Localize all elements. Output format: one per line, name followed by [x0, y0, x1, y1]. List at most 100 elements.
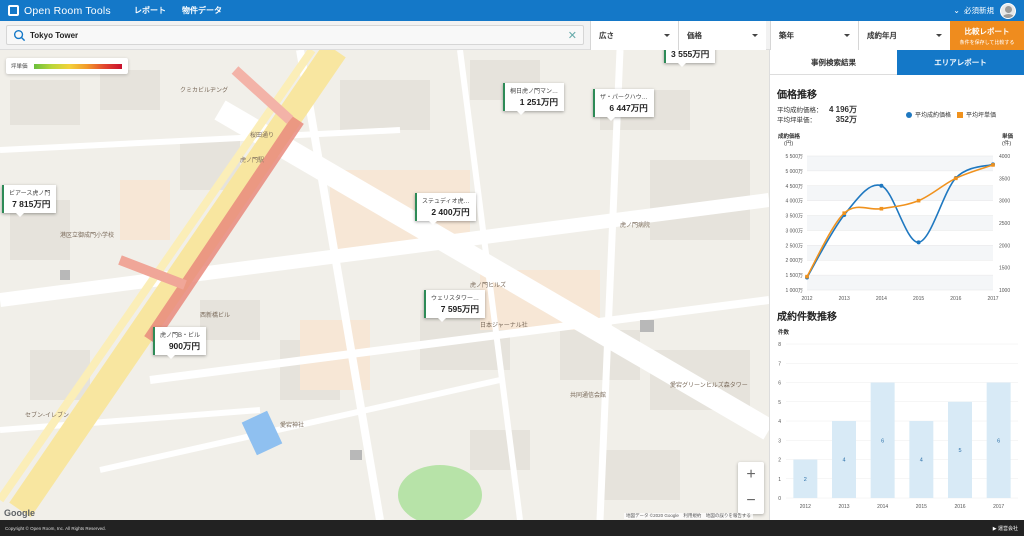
map-marker[interactable]: 3 555万円 — [664, 50, 716, 67]
nav-link-property-data[interactable]: 物件データ — [182, 5, 222, 16]
zoom-in-button[interactable]: + — [738, 462, 764, 488]
x-tick-label: 2013 — [839, 296, 850, 302]
grid-band — [807, 275, 993, 290]
nav-link-report[interactable]: レポート — [134, 5, 166, 16]
x-tick-label: 2014 — [877, 504, 888, 510]
y-tick-label-left: 4 000万 — [785, 199, 803, 205]
stat-avg-unit-price: 平均坪単価： 352万 — [777, 114, 857, 125]
google-logo: Google — [4, 508, 35, 518]
y-tick-label: 4 — [778, 419, 781, 425]
y-tick-label: 1 — [778, 477, 781, 483]
filter-age-select[interactable]: 築年 — [770, 21, 858, 50]
y-tick-label-left: 5 500万 — [785, 154, 803, 160]
map-credit[interactable]: 地図データ ©2020 Google 利用規約 地図の誤りを報告する — [624, 513, 753, 519]
marker-price: 6 447万円 — [609, 103, 648, 113]
y-tick-label-right: 3500 — [999, 176, 1010, 182]
x-tick-label: 2012 — [801, 296, 812, 302]
zoom-out-button[interactable]: − — [738, 488, 764, 514]
compare-report-button[interactable]: 比較レポート 条件を保存して比較する — [950, 21, 1024, 50]
compare-report-subtitle: 条件を保存して比較する — [959, 39, 1015, 46]
company-link[interactable]: ▶ 運営会社 — [993, 525, 1018, 532]
y-tick-label-right: 1000 — [999, 288, 1010, 294]
legend-label: 平均坪単価 — [966, 113, 997, 119]
x-tick-label: 2015 — [913, 296, 924, 302]
avatar[interactable] — [1000, 2, 1016, 19]
marker-name: 桐日虎ノ門マン… — [510, 89, 559, 95]
y-tick-label-left: 2 000万 — [785, 258, 803, 264]
y-tick-label-right: 1500 — [999, 266, 1010, 272]
brand-logo-icon — [8, 5, 19, 16]
y-tick-label-left: 2 500万 — [785, 243, 803, 249]
chevron-down-icon: ⌄ — [953, 6, 960, 15]
marker-name: ザ・パークハウ… — [600, 95, 648, 101]
map-place-label: 虎ノ門病院 — [620, 223, 651, 229]
x-tick-label: 2017 — [993, 504, 1004, 510]
bar-data-label: 4 — [920, 458, 923, 464]
marker-price: 7 815万円 — [12, 199, 51, 209]
y-tick-label-left: 1 000万 — [785, 288, 803, 294]
y-tick-label-left: 4 500万 — [785, 184, 803, 190]
grid-band — [807, 185, 993, 201]
x-tick-label: 2016 — [954, 504, 965, 510]
marker-name: ビアース虎ノ門 — [9, 191, 51, 197]
y-tick-label-left: 1 500万 — [785, 273, 803, 279]
legend-marker — [906, 111, 912, 118]
bar-data-label: 2 — [804, 477, 807, 483]
map-marker[interactable]: 虎ノ門B・ビル 900万円 — [153, 327, 207, 359]
map-place-label: クミカビルヂング — [180, 88, 229, 94]
zoom-control: + − — [738, 462, 764, 514]
legend-item-unit-price: 平均坪単価 — [957, 110, 996, 119]
price-legend-gradient — [33, 63, 122, 69]
data-point-price — [879, 183, 884, 188]
clear-icon[interactable]: ✕ — [568, 29, 577, 42]
y-tick-label-right: 2500 — [999, 221, 1010, 227]
bar-data-label: 6 — [997, 438, 1000, 444]
x-tick-label: 2015 — [916, 504, 927, 510]
y-tick-label: 8 — [778, 342, 781, 348]
legend-item-price: 平均成約価格 — [906, 110, 951, 119]
stat-avg-price: 平均成約価格： 4 196万 — [777, 104, 857, 115]
map-marker[interactable]: ザ・パークハウ… 6 447万円 — [593, 89, 654, 121]
map-place-label: 虎ノ門駅 — [240, 158, 265, 164]
filter-contract-date-select[interactable]: 成約年月 — [858, 21, 950, 50]
map-marker[interactable]: ビアース虎ノ門 7 815万円 — [2, 185, 57, 217]
y-tick-label: 6 — [778, 381, 781, 387]
price-legend: 坪単価 — [6, 58, 128, 74]
tab-search-results[interactable]: 事例検索結果 — [770, 50, 897, 75]
y-tick-label-right: 4000 — [999, 154, 1010, 160]
filter-size-select[interactable]: 広さ — [590, 21, 678, 50]
bar-data-label: 4 — [842, 458, 845, 464]
tab-area-report[interactable]: エリアレポート — [897, 50, 1024, 75]
map-place-label: 共同通信会館 — [570, 393, 607, 399]
brand[interactable]: Open Room Tools — [8, 5, 118, 17]
x-tick-label: 2013 — [838, 504, 849, 510]
legend-marker — [957, 111, 964, 118]
marker-name: 虎ノ門B・ビル — [160, 333, 201, 339]
price-trend-chart: 成約価格(円) 単価(件) 5 500万 5 000万 4 500万 4 000万 3 50… — [778, 132, 1014, 302]
stat-label: 平均坪単価： — [777, 117, 816, 124]
y-tick-label: 5 — [778, 400, 781, 406]
caret-down-icon — [752, 34, 758, 37]
filter-price-select[interactable]: 価格 — [678, 21, 766, 50]
y-tick-label: 7 — [778, 361, 781, 367]
axis-title-right-unit: (件) — [1002, 139, 1011, 147]
marker-price: 7 595万円 — [440, 304, 480, 314]
map-place-label: 桜田通り — [250, 133, 275, 139]
map[interactable]: 坪単価 3 555万円 桐日虎ノ門マン… 1 251万円 ザ・パークハウ… 6 … — [0, 50, 769, 520]
x-tick-label: 2012 — [800, 504, 811, 510]
search-input[interactable] — [30, 30, 568, 40]
brand-name: Open Room Tools — [24, 4, 111, 17]
price-stats: 平均成約価格： 4 196万 平均坪単価： 352万 — [777, 104, 857, 125]
map-canvas[interactable] — [0, 50, 769, 520]
map-marker[interactable]: ステュディオ虎… 2 400万円 — [415, 193, 476, 225]
marker-price: 2 400万円 — [431, 207, 470, 217]
grid-band — [807, 245, 993, 261]
count-trend-title: 成約件数推移 — [777, 312, 837, 323]
map-marker[interactable]: ウェリスタワー… 7 595万円 — [424, 290, 486, 322]
map-place-label: 虎ノ門ヒルズ — [470, 283, 507, 289]
user-menu[interactable]: ⌄ 必須新規 — [953, 2, 1016, 19]
search-box: ✕ — [6, 25, 584, 45]
map-marker[interactable]: 桐日虎ノ門マン… 1 251万円 — [503, 83, 565, 115]
bar-data-label: 5 — [958, 448, 961, 454]
y-tick-label-left: 5 000万 — [785, 169, 803, 175]
